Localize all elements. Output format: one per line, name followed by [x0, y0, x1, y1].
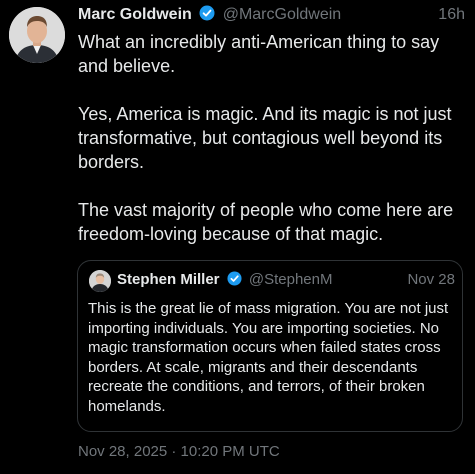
quote-header: Stephen Miller @StephenM Nov 28 — [117, 269, 455, 291]
tweet-paragraph: What an incredibly anti-American thing t… — [78, 32, 440, 76]
quote-text: This is the great lie of mass migration.… — [88, 300, 449, 415]
author-handle[interactable]: @MarcGoldwein — [223, 6, 342, 23]
tweet-timestamp[interactable]: Nov 28, 2025 · 10:20 PM UTC — [78, 442, 280, 462]
tweet-body: What an incredibly anti-American thing t… — [78, 30, 470, 246]
tweet-time[interactable]: 16h — [438, 4, 465, 26]
tweet-paragraph: The vast majority of people who come her… — [78, 200, 454, 244]
author-name[interactable]: Marc Goldwein — [78, 6, 192, 23]
quote-author-handle: @StephenM — [248, 271, 333, 288]
verified-badge-icon — [199, 5, 215, 21]
tweet: Marc Goldwein @MarcGoldwein 16h What an … — [0, 0, 475, 474]
quote-author-name: Stephen Miller — [117, 271, 220, 288]
quoted-tweet[interactable]: Stephen Miller @StephenM Nov 28 This is … — [77, 260, 463, 432]
quote-author-avatar — [89, 270, 111, 292]
author-avatar[interactable] — [9, 7, 65, 63]
tweet-paragraph: Yes, America is magic. And its magic is … — [78, 104, 452, 172]
tweet-header: Marc Goldwein @MarcGoldwein 16h — [78, 4, 465, 26]
verified-badge-icon — [227, 271, 242, 286]
quote-date: Nov 28 — [407, 271, 455, 288]
